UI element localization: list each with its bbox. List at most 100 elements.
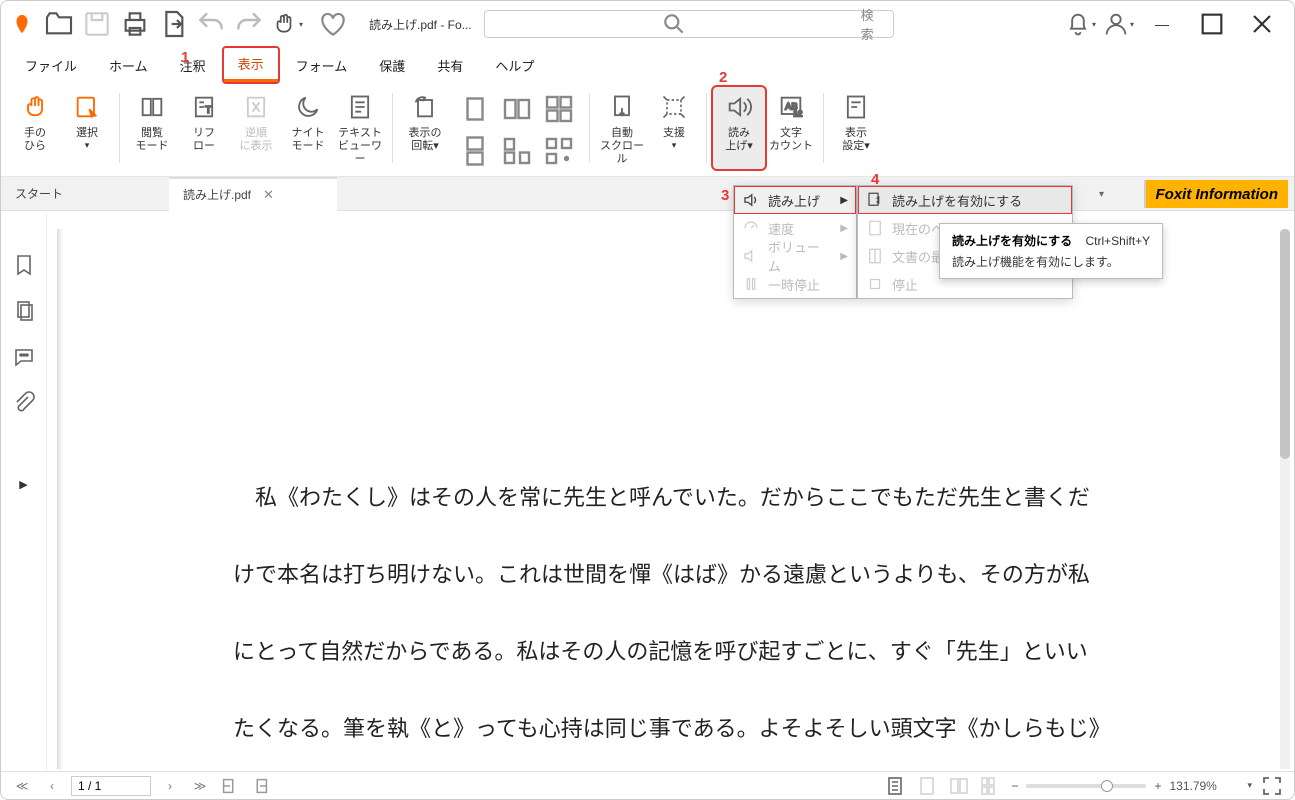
zoom-in-button[interactable]: + xyxy=(1154,779,1161,793)
pause-icon xyxy=(742,275,760,293)
zoom-dropdown-icon[interactable]: ▾ xyxy=(1247,780,1252,791)
pages-small-icon xyxy=(866,247,884,265)
title-bar: ▾ 読み上げ.pdf - Fo... 検索 ▾ ▾ — xyxy=(1,1,1294,47)
nav-forward-button[interactable] xyxy=(249,775,271,797)
submenu-enable-readaloud[interactable]: 読み上げを有効にする xyxy=(858,186,1072,214)
minimize-button[interactable]: — xyxy=(1140,8,1184,40)
menu-help[interactable]: ヘルプ xyxy=(481,50,548,81)
expand-sidebar-icon[interactable]: ▶ xyxy=(19,478,27,491)
text-page-icon xyxy=(346,93,374,121)
scrollbar-thumb[interactable] xyxy=(1280,229,1290,459)
tab-start[interactable]: スタート xyxy=(1,177,169,211)
attachments-icon[interactable] xyxy=(12,391,36,415)
tab-menu-dropdown-icon[interactable]: ▾ xyxy=(1099,189,1104,200)
svg-text:T: T xyxy=(205,104,212,116)
bookmark-icon[interactable] xyxy=(12,253,36,277)
menu-form[interactable]: フォーム xyxy=(282,50,362,81)
zoom-value: 131.79% xyxy=(1169,779,1239,793)
document-title: 読み上げ.pdf - Fo... xyxy=(369,16,472,33)
zoom-slider-knob[interactable] xyxy=(1101,780,1113,792)
zoom-out-button[interactable]: − xyxy=(1011,779,1018,793)
user-icon[interactable]: ▾ xyxy=(1102,8,1134,40)
menu-item-readaloud[interactable]: 読み上げ▶ xyxy=(734,186,856,214)
heart-dropdown-icon[interactable] xyxy=(317,8,349,40)
menu-file[interactable]: ファイル xyxy=(11,50,91,81)
select-tool-button[interactable]: 選択▾ xyxy=(61,87,113,169)
redo-icon[interactable] xyxy=(233,8,265,40)
search-icon xyxy=(493,11,855,37)
print-icon[interactable] xyxy=(119,8,151,40)
pages-icon[interactable] xyxy=(12,299,36,323)
comments-icon[interactable] xyxy=(12,345,36,369)
menu-item-volume: ボリューム▶ xyxy=(734,242,856,270)
assist-button[interactable]: 支援▾ xyxy=(648,87,700,169)
page-number-input[interactable] xyxy=(71,776,151,796)
reading-mode-button[interactable]: 閲覧モード xyxy=(126,87,178,169)
hand-dropdown-icon[interactable]: ▾ xyxy=(271,8,303,40)
night-mode-button[interactable]: ナイトモード xyxy=(282,87,334,169)
page-speaker-icon xyxy=(866,191,884,209)
fit-page-button[interactable] xyxy=(883,774,907,798)
text-viewer-button[interactable]: テキストビューワー xyxy=(334,87,386,169)
menu-bar: ファイル ホーム 注釈 表示 フォーム 保護 共有 ヘルプ xyxy=(1,47,1294,83)
single-page-icon[interactable] xyxy=(457,91,493,127)
separate-cover-icon[interactable] xyxy=(499,133,535,169)
save-icon[interactable] xyxy=(81,8,113,40)
reflow-button[interactable]: T リフロー xyxy=(178,87,230,169)
continuous-facing-icon[interactable] xyxy=(541,91,577,127)
app-logo-icon xyxy=(11,13,33,35)
export-icon[interactable] xyxy=(157,8,189,40)
annotation-1: 1 xyxy=(181,49,189,66)
autoscroll-icon xyxy=(608,93,636,121)
tab-strip: スタート 読み上げ.pdf ✕ ▾ Foxit Information xyxy=(1,177,1294,211)
undo-icon[interactable] xyxy=(195,8,227,40)
assist-icon xyxy=(660,93,688,121)
autoscroll-button[interactable]: 自動スクロール xyxy=(596,87,648,169)
tooltip-shortcut: Ctrl+Shift+Y xyxy=(1085,234,1150,248)
status-bar: ≪ ‹ › ≫ − + 131.79% ▾ xyxy=(1,771,1294,799)
document-page: 私《わたくし》はその人を常に先生と呼んでいた。だからここでもただ先生と書くだけで… xyxy=(63,229,1274,769)
fit-visible-button[interactable] xyxy=(947,774,971,798)
actual-size-button[interactable] xyxy=(979,774,1003,798)
speed-icon xyxy=(742,219,760,237)
search-placeholder: 検索 xyxy=(861,5,885,43)
close-tab-icon[interactable]: ✕ xyxy=(263,187,274,203)
tab-document[interactable]: 読み上げ.pdf ✕ xyxy=(169,177,337,211)
last-page-button[interactable]: ≫ xyxy=(189,775,211,797)
annotation-3: 3 xyxy=(721,187,729,204)
zoom-slider[interactable] xyxy=(1026,784,1146,788)
menu-share[interactable]: 共有 xyxy=(423,50,477,81)
menu-protect[interactable]: 保護 xyxy=(365,50,419,81)
tooltip: 読み上げを有効にする Ctrl+Shift+Y 読み上げ機能を有効にします。 xyxy=(939,223,1163,279)
fullscreen-button[interactable] xyxy=(1260,774,1284,798)
continuous-page-icon[interactable] xyxy=(457,133,493,169)
fit-width-button[interactable] xyxy=(915,774,939,798)
facing-page-icon[interactable] xyxy=(499,91,535,127)
speaker-icon xyxy=(725,93,753,121)
menu-home[interactable]: ホーム xyxy=(95,50,162,81)
menu-comment[interactable]: 注釈 xyxy=(166,50,220,81)
ribbon-toolbar: 手のひら 選択▾ 閲覧モード T リフロー 逆順に表示 ナイトモード テキストビ… xyxy=(1,83,1294,177)
left-sidebar: ▶ xyxy=(1,213,47,771)
layout-dropdown-icon[interactable] xyxy=(541,133,577,169)
first-page-button[interactable]: ≪ xyxy=(11,775,33,797)
next-page-button[interactable]: › xyxy=(159,775,181,797)
bell-icon[interactable]: ▾ xyxy=(1064,8,1096,40)
menu-view[interactable]: 表示 xyxy=(224,48,278,82)
hand-icon xyxy=(21,93,49,121)
foxit-info-banner[interactable]: Foxit Information xyxy=(1144,180,1289,208)
search-input[interactable]: 検索 xyxy=(484,10,894,38)
hand-tool-button[interactable]: 手のひら xyxy=(9,87,61,169)
tooltip-title: 読み上げを有効にする xyxy=(952,234,1072,248)
rotate-view-button[interactable]: 表示の回転▾ xyxy=(399,87,451,169)
nav-back-button[interactable] xyxy=(219,775,241,797)
maximize-button[interactable] xyxy=(1190,8,1234,40)
view-settings-button[interactable]: 表示設定▾ xyxy=(830,87,882,169)
char-count-button[interactable]: AB12 文字カウント xyxy=(765,87,817,169)
close-button[interactable] xyxy=(1240,8,1284,40)
prev-page-button[interactable]: ‹ xyxy=(41,775,63,797)
tooltip-body: 読み上げ機能を有効にします。 xyxy=(952,253,1150,270)
read-aloud-button[interactable]: 読み上げ▾ xyxy=(713,87,765,169)
reverse-icon xyxy=(242,93,270,121)
open-icon[interactable] xyxy=(43,8,75,40)
